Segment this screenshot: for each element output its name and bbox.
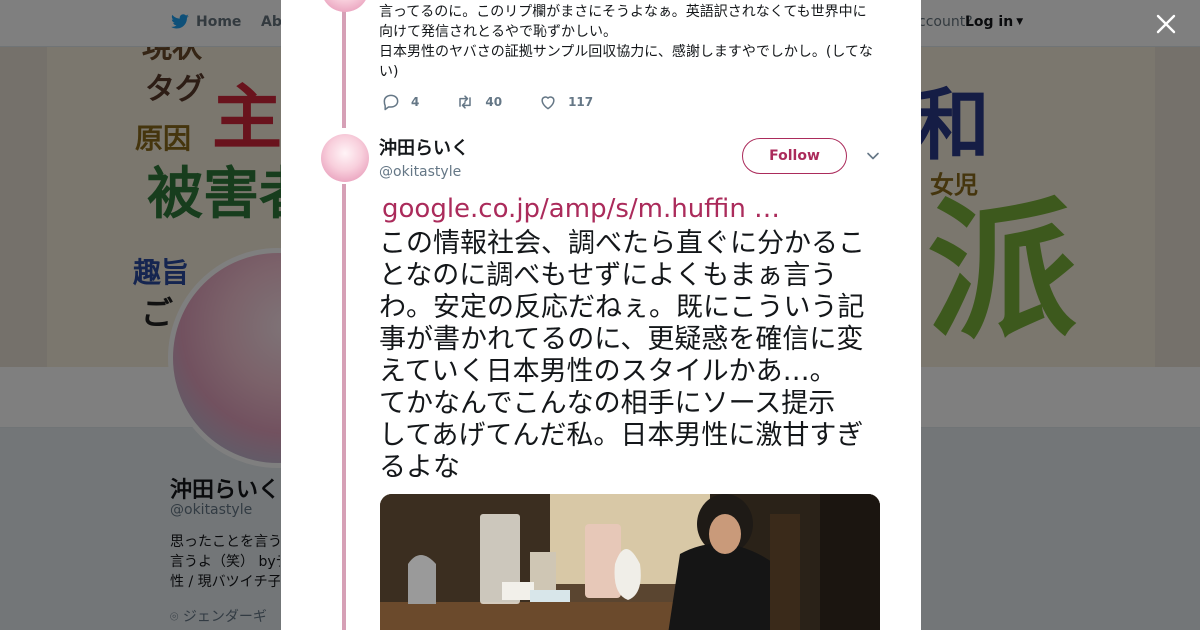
tweet-text-line: この情報社会、調べたら直ぐに分かるこ xyxy=(379,228,865,259)
follow-button[interactable]: Follow xyxy=(742,138,847,174)
retweet-count: 40 xyxy=(485,95,503,109)
author-handle: @okitastyle xyxy=(379,164,462,180)
chevron-down-icon[interactable] xyxy=(865,148,881,164)
thread-line xyxy=(342,10,346,128)
tweet-text-line: るよな xyxy=(379,452,460,483)
tweet-text-line: してあげてんだ私。日本男性に激甘すぎ xyxy=(379,420,864,451)
retweet-button[interactable]: 40 xyxy=(455,92,502,112)
like-button[interactable]: 117 xyxy=(538,92,593,112)
tweet-text-line: わ。安定の反応だねぇ。既にこういう記 xyxy=(379,292,865,323)
reply-button[interactable]: 4 xyxy=(381,92,419,112)
author-info[interactable]: 沖田らいく @okitastyle xyxy=(379,134,469,180)
reply-icon xyxy=(383,94,399,111)
tweet-text-line: 事が書かれてるのに、更疑惑を確信に変 xyxy=(379,324,864,355)
previous-tweet-text: 言ってるのに。このリプ欄がまさにそうよなぁ。英語訳されなくても世界中に 向けて発… xyxy=(379,2,879,82)
tweet-link[interactable]: google.co.jp/amp/s/m.huffin … xyxy=(382,194,780,224)
author-name: 沖田らいく xyxy=(379,138,469,159)
close-icon[interactable] xyxy=(1154,12,1178,36)
tweet-text-line: い) xyxy=(379,64,399,80)
thread-line xyxy=(342,184,346,630)
like-icon xyxy=(541,96,555,110)
tweet-text-line: 言ってるのに。このリプ欄がまさにそうよなぁ。英語訳されなくても世界中に xyxy=(379,4,867,20)
previous-tweet-actions: 4 40 117 xyxy=(381,92,629,112)
retweet-icon xyxy=(459,95,472,109)
tweet-text: この情報社会、調べたら直ぐに分かるこ となのに調べもせずによくもまぁ言う わ。安… xyxy=(379,228,885,484)
tweet-text-line: となのに調べもせずによくもまぁ言う xyxy=(379,260,838,291)
tweet-modal: 言ってるのに。このリプ欄がまさにそうよなぁ。英語訳されなくても世界中に 向けて発… xyxy=(281,0,921,630)
previous-tweet-avatar[interactable] xyxy=(321,0,369,12)
tweet-photo[interactable] xyxy=(380,494,880,630)
tweet-text-line: 向けて発信されとるやで恥ずかしい。 xyxy=(379,24,617,40)
reply-count: 4 xyxy=(411,95,420,109)
tweet-text-line: てかなんでこんなの相手にソース提示 xyxy=(379,388,836,419)
tweet-text-line: えていく日本男性のスタイルかあ…。 xyxy=(379,356,837,387)
author-avatar[interactable] xyxy=(321,134,369,182)
like-count: 117 xyxy=(568,95,594,109)
photo-scene xyxy=(380,494,880,630)
tweet-text-line: 日本男性のヤバさの証拠サンプル回収協力に、感謝しますやでしかし。(してな xyxy=(379,44,873,60)
